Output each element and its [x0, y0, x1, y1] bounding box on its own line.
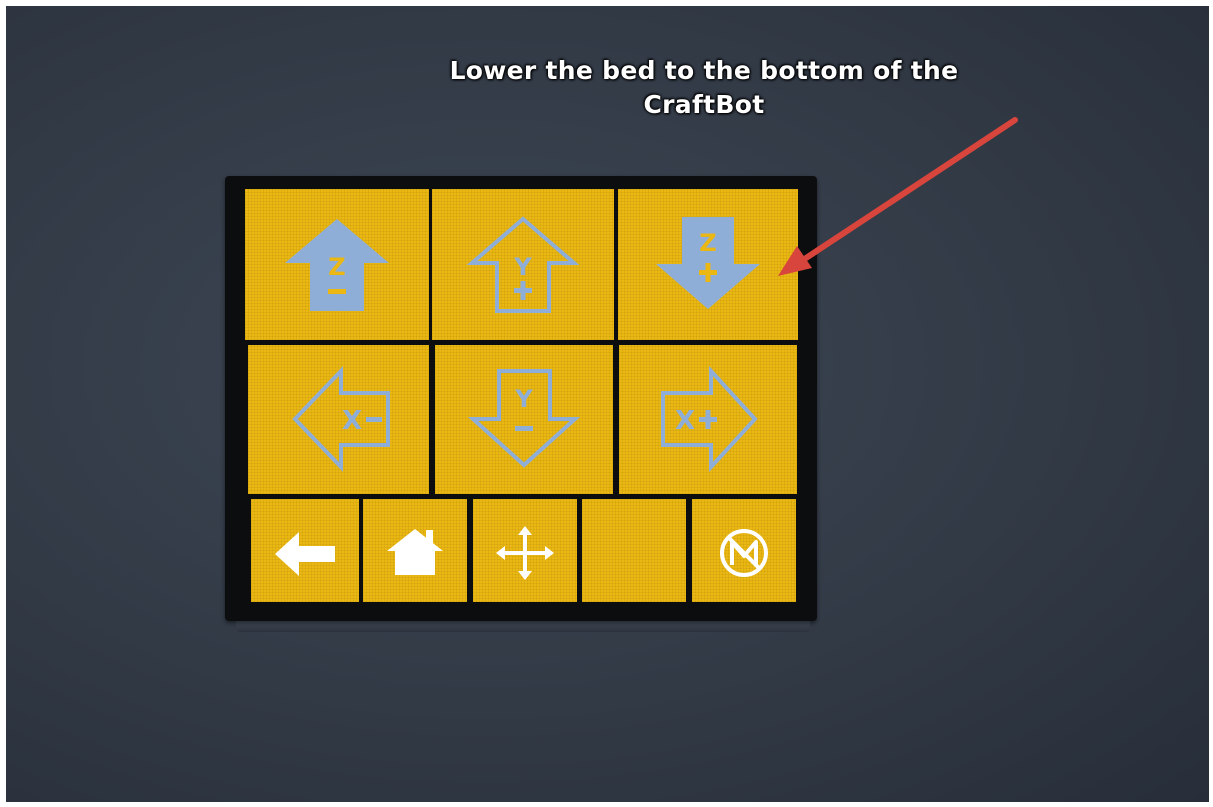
annotation-arrow-icon [778, 117, 1018, 276]
